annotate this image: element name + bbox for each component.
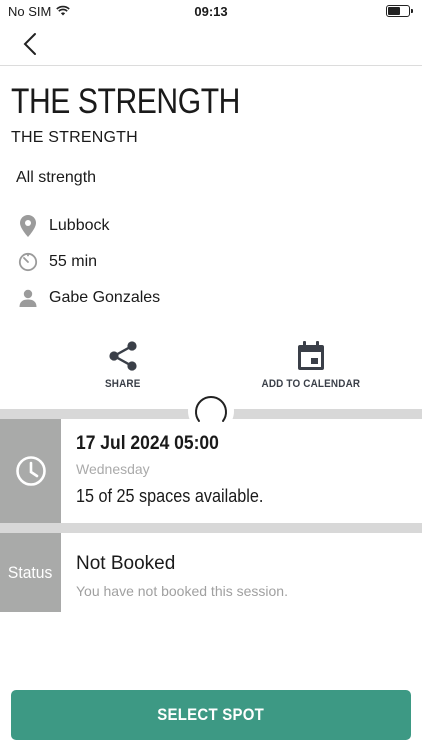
share-button[interactable]: SHARE [103, 340, 143, 390]
calendar-icon [297, 341, 324, 370]
session-date: 17 Jul 2024 05:00 [76, 433, 219, 454]
session-panel: 17 Jul 2024 05:00 Wednesday 15 of 25 spa… [0, 419, 422, 523]
location-row: Lubbock [17, 215, 110, 237]
divider [0, 523, 422, 533]
battery-icon [386, 5, 413, 17]
person-icon [17, 287, 39, 309]
instructor-text: Gabe Gonzales [49, 289, 161, 306]
status-label: Status [8, 562, 53, 582]
add-to-calendar-button[interactable]: ADD TO CALENDAR [256, 340, 366, 390]
calendar-label: ADD TO CALENDAR [261, 378, 361, 390]
share-label: SHARE [104, 378, 141, 390]
booking-description: You have not booked this session. [76, 583, 288, 599]
back-button[interactable] [14, 28, 46, 60]
page-title: THE STRENGTH [11, 82, 240, 121]
session-side-box [0, 419, 61, 523]
availability-text: 15 of 25 spaces available. [76, 486, 264, 506]
location-text: Lubbock [49, 217, 110, 234]
duration-text: 55 min [49, 253, 98, 270]
duration-row: 55 min [17, 251, 97, 273]
class-category: All strength [16, 169, 97, 186]
class-subtitle: THE STRENGTH [11, 129, 138, 146]
timer-icon [17, 251, 39, 273]
booking-status-panel: Status Not Booked You have not booked th… [0, 533, 422, 612]
status-bar: No SIM 09:13 [0, 0, 422, 22]
clock-icon [15, 456, 46, 486]
location-pin-icon [17, 215, 39, 237]
share-icon [109, 341, 137, 371]
clock: 09:13 [194, 4, 228, 19]
session-weekday: Wednesday [76, 461, 150, 477]
nav-bar [0, 22, 422, 66]
select-spot-label: SELECT SPOT [157, 705, 265, 724]
booking-status: Not Booked [76, 553, 176, 574]
chevron-left-icon [23, 33, 36, 55]
status-side-box: Status [0, 533, 61, 612]
instructor-row: Gabe Gonzales [17, 287, 160, 309]
select-spot-button[interactable]: SELECT SPOT [11, 690, 411, 740]
